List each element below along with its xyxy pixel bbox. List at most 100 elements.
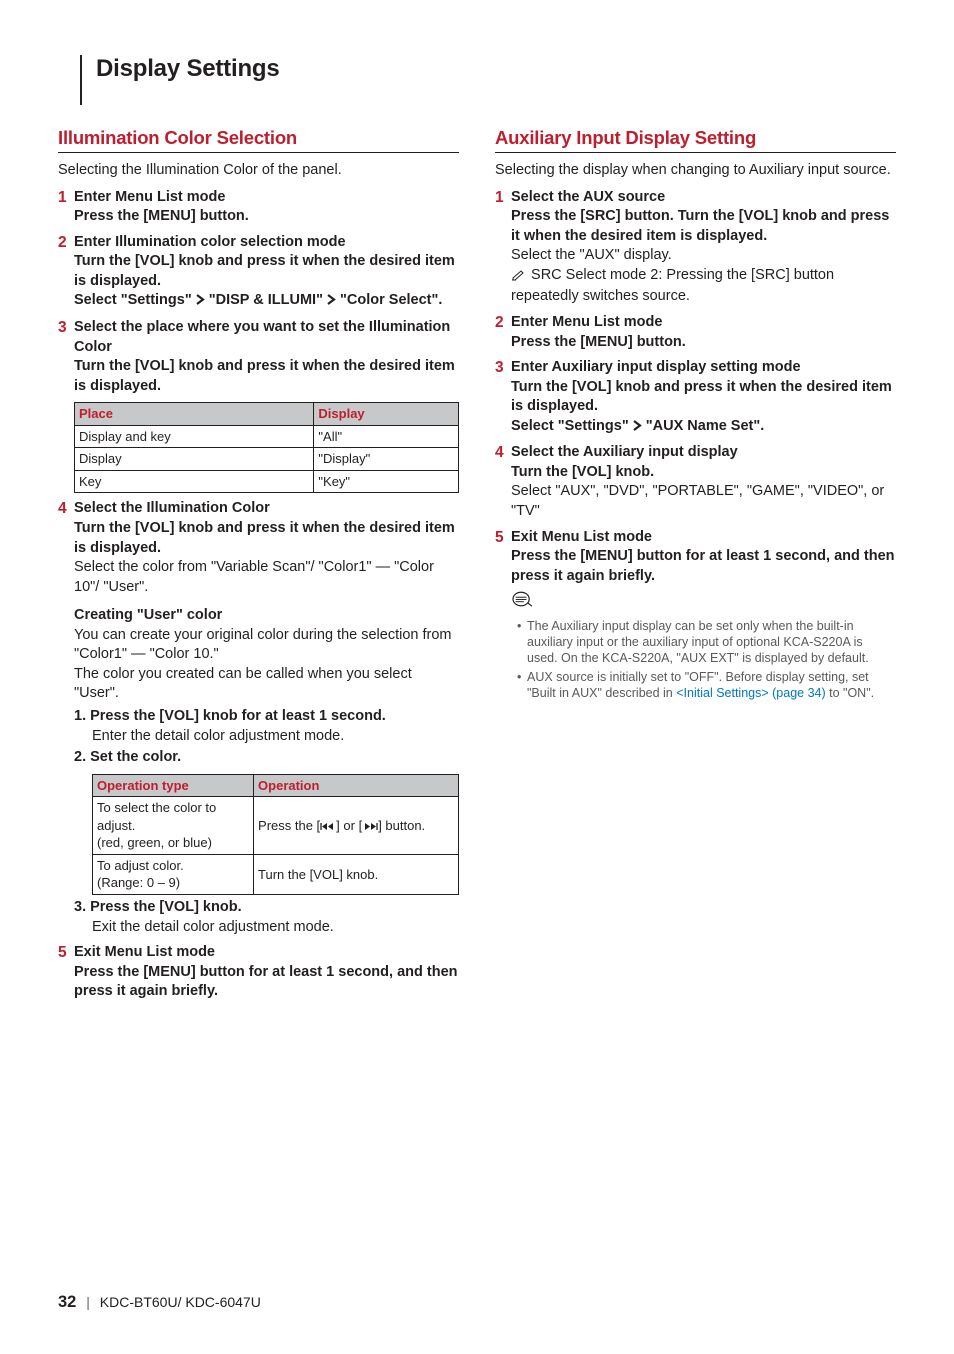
text: to "ON". (826, 686, 874, 700)
table-header: Operation (254, 774, 459, 797)
table-cell: To adjust color. (Range: 0 – 9) (93, 854, 254, 894)
text: ] button. (378, 818, 425, 833)
list-item: AUX source is initially set to "OFF". Be… (517, 669, 896, 702)
table-cell: Key (75, 470, 314, 493)
prev-track-icon (320, 818, 336, 833)
table-header-row: Operation type Operation (93, 774, 459, 797)
footer-separator: | (80, 1294, 96, 1310)
table-header: Display (314, 403, 459, 426)
chevron-right-icon (633, 418, 642, 438)
step-line: Select "AUX", "DVD", "PORTABLE", "GAME",… (511, 482, 896, 521)
table-cell: "Key" (314, 470, 459, 493)
step-line: Turn the [VOL] knob and press it when th… (74, 252, 459, 291)
page-title: Display Settings (96, 55, 896, 83)
table-header: Place (75, 403, 314, 426)
right-intro: Selecting the display when changing to A… (495, 161, 896, 181)
table-cell: "All" (314, 425, 459, 448)
text: "DISP & ILLUMI" (209, 292, 323, 308)
next-track-icon (362, 818, 378, 833)
table-header-row: Place Display (75, 403, 459, 426)
text: (Range: 0 – 9) (97, 875, 180, 890)
step-line: Select the "AUX" display. (511, 246, 896, 266)
substep-line: Enter the detail color adjustment mode. (74, 727, 459, 747)
table-row: Key "Key" (75, 470, 459, 493)
table-cell: To select the color to adjust. (red, gre… (93, 797, 254, 855)
table-row: To select the color to adjust. (red, gre… (93, 797, 459, 855)
left-step-5: 5 Exit Menu List mode Press the [MENU] b… (58, 943, 459, 1002)
text: "Color Select". (340, 292, 442, 308)
step-line: Turn the [VOL] knob and press it when th… (511, 378, 896, 417)
page-number: 32 (58, 1293, 76, 1311)
step-title: Enter Auxiliary input display setting mo… (511, 358, 896, 378)
text: Select "Settings" (74, 292, 192, 308)
step-number: 2 (495, 313, 511, 352)
step-number: 1 (58, 188, 74, 227)
table-row: Display "Display" (75, 448, 459, 471)
left-column: Illumination Color Selection Selecting t… (58, 127, 459, 1002)
step-line: Turn the [VOL] knob and press it when th… (74, 519, 459, 558)
substep: 1. Press the [VOL] knob for at least 1 s… (74, 707, 459, 727)
step-title: Select the place where you want to set t… (74, 318, 459, 357)
note-line: SRC Select mode 2: Pressing the [SRC] bu… (511, 266, 896, 307)
chevron-right-icon (327, 292, 336, 312)
info-icon (511, 590, 896, 615)
step-line: The color you created can be called when… (74, 665, 459, 704)
step-line: Turn the [VOL] knob and press it when th… (74, 357, 459, 396)
footer: 32 | KDC-BT60U/ KDC-6047U (58, 1293, 261, 1312)
notes-list: The Auxiliary input display can be set o… (511, 618, 896, 701)
step-number: 2 (58, 233, 74, 312)
step-number: 4 (495, 443, 511, 521)
step-number: 1 (495, 188, 511, 307)
content-columns: Illumination Color Selection Selecting t… (58, 127, 896, 1002)
step-title: Enter Menu List mode (511, 313, 896, 333)
right-column: Auxiliary Input Display Setting Selectin… (495, 127, 896, 1002)
text: To adjust color. (97, 858, 184, 873)
text: Select "Settings" (511, 418, 629, 434)
link-initial-settings[interactable]: <Initial Settings> (page 34) (676, 686, 825, 700)
text: "AUX Name Set". (646, 418, 765, 434)
step-line: Press the [SRC] button. Turn the [VOL] k… (511, 207, 896, 246)
step-number: 4 (58, 499, 74, 937)
text: To select the color to adjust. (97, 800, 216, 833)
text: (red, green, or blue) (97, 835, 212, 850)
table-cell: Turn the [VOL] knob. (254, 854, 459, 894)
right-step-5: 5 Exit Menu List mode Press the [MENU] b… (495, 528, 896, 704)
step-title: Exit Menu List mode (74, 943, 459, 963)
step-number: 3 (495, 358, 511, 437)
step-line: Turn the [VOL] knob. (511, 463, 896, 483)
left-step-3: 3 Select the place where you want to set… (58, 318, 459, 493)
substep: 3. Press the [VOL] knob. (74, 898, 459, 918)
table-header: Operation type (93, 774, 254, 797)
pencil-note-icon (511, 268, 525, 288)
step-line: Select "Settings" "DISP & ILLUMI" "Color… (74, 291, 459, 312)
step-title: Exit Menu List mode (511, 528, 896, 548)
chevron-right-icon (196, 292, 205, 312)
step-title: Enter Illumination color selection mode (74, 233, 459, 253)
step-line: You can create your original color durin… (74, 626, 459, 665)
table-cell: Display (75, 448, 314, 471)
step-line: Press the [MENU] button. (511, 333, 896, 353)
table-row: To adjust color. (Range: 0 – 9) Turn the… (93, 854, 459, 894)
substep: 2. Set the color. (74, 748, 459, 768)
step-title: Select the AUX source (511, 188, 896, 208)
table-cell: Display and key (75, 425, 314, 448)
right-step-2: 2 Enter Menu List mode Press the [MENU] … (495, 313, 896, 352)
user-color-heading: Creating "User" color (74, 606, 459, 626)
left-intro: Selecting the Illumination Color of the … (58, 161, 459, 181)
text: SRC Select mode 2: Pressing the [SRC] bu… (511, 267, 834, 305)
step-number: 3 (58, 318, 74, 493)
text: Press the [ (258, 818, 320, 833)
right-step-4: 4 Select the Auxiliary input display Tur… (495, 443, 896, 521)
table-row: Display and key "All" (75, 425, 459, 448)
step-line: Press the [MENU] button. (74, 207, 459, 227)
left-step-1: 1 Enter Menu List mode Press the [MENU] … (58, 188, 459, 227)
step-title: Select the Auxiliary input display (511, 443, 896, 463)
left-step-2: 2 Enter Illumination color selection mod… (58, 233, 459, 312)
footer-model: KDC-BT60U/ KDC-6047U (100, 1294, 261, 1310)
place-display-table: Place Display Display and key "All" Disp… (74, 402, 459, 493)
step-line: Press the [MENU] button for at least 1 s… (74, 963, 459, 1002)
step-line: Select the color from "Variable Scan"/ "… (74, 558, 459, 597)
step-title: Enter Menu List mode (74, 188, 459, 208)
step-number: 5 (495, 528, 511, 704)
right-heading: Auxiliary Input Display Setting (495, 127, 896, 153)
